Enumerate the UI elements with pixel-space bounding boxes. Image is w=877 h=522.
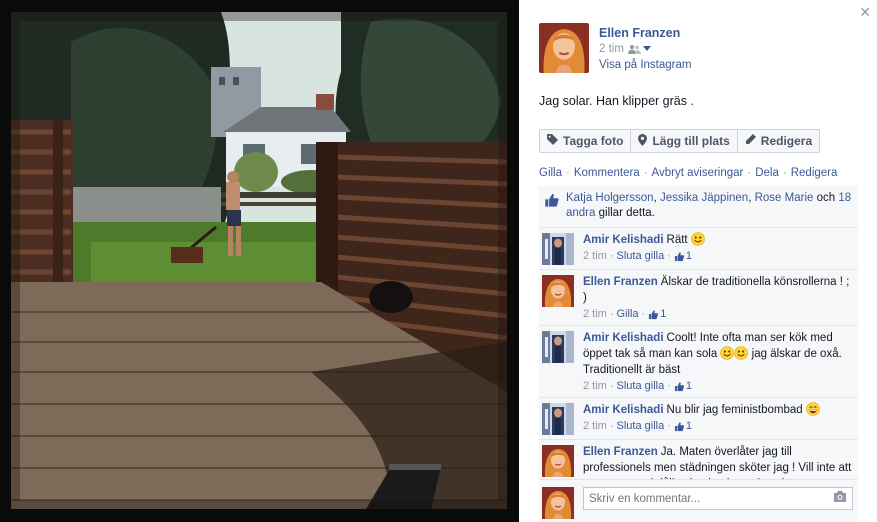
commenter-avatar[interactable] (542, 275, 574, 307)
author-name[interactable]: Ellen Franzen (599, 26, 680, 40)
post-header: Ellen Franzen 2 tim Visa på Instagram (539, 23, 859, 75)
photo-action-buttons: Tagga foto Lägg till plats Redigera (539, 129, 821, 153)
location-pin-icon (638, 133, 648, 149)
post-meta: 2 tim (599, 43, 651, 55)
current-user-avatar (542, 487, 574, 519)
tongue-emoji-icon (691, 232, 705, 246)
comment-input[interactable] (583, 487, 853, 510)
commenter-name[interactable]: Amir Kelishadi (583, 332, 664, 344)
post-details-panel: ✕ Ellen Franzen 2 tim Visa på Instagram … (519, 0, 877, 522)
post-actions: Gilla · Kommentera · Avbryt aviseringar · Dela… (539, 167, 838, 179)
laughing-emoji-icon (806, 402, 820, 416)
comment-like-count[interactable]: 1 (674, 250, 692, 262)
post-status-text: Jag solar. Han klipper gräs . (539, 94, 694, 108)
edit-link[interactable]: Redigera (791, 167, 838, 179)
comment-time[interactable]: 2 tim (583, 420, 607, 432)
share-link[interactable]: Dela (755, 167, 779, 179)
like-thumb-icon (674, 421, 685, 432)
comment-composer (539, 479, 858, 522)
commenter-avatar[interactable] (542, 445, 574, 477)
comment-text: Nu blir jag feministbombad (666, 404, 803, 416)
comment-text: Rätt (666, 234, 688, 246)
tongue-emoji-icon (734, 346, 748, 360)
comment-like-toggle[interactable]: Sluta gilla (617, 250, 665, 262)
commenter-name[interactable]: Amir Kelishadi (583, 404, 664, 416)
comment-like-count[interactable]: 1 (674, 380, 692, 392)
comment-item: Amir Kelishadi Rätt 2 tim · Sluta gilla · 1 (539, 228, 858, 270)
like-summary: Katja Holgersson, Jessika Jäppinen, Rose… (539, 186, 858, 228)
comment-item: Amir Kelishadi Coolt! Inte ofta man ser k… (539, 326, 858, 398)
author-avatar[interactable] (539, 23, 589, 73)
like-thumb-icon (544, 192, 560, 213)
comment-link[interactable]: Kommentera (574, 167, 640, 179)
liker-name[interactable]: Rose Marie (755, 192, 814, 204)
close-icon[interactable]: ✕ (859, 5, 871, 19)
tag-icon (547, 134, 558, 148)
tag-photo-button[interactable]: Tagga foto (539, 129, 632, 153)
pencil-icon (745, 134, 756, 148)
audience-icon[interactable] (627, 44, 651, 54)
comment-like-count[interactable]: 1 (674, 420, 692, 432)
comment-like-count[interactable]: 1 (648, 308, 666, 320)
liker-name[interactable]: Katja Holgersson (566, 192, 654, 204)
edit-post-button[interactable]: Redigera (737, 129, 821, 153)
comment-time[interactable]: 2 tim (583, 250, 607, 262)
comment-time[interactable]: 2 tim (583, 380, 607, 392)
comment-time[interactable]: 2 tim (583, 308, 607, 320)
post-photo[interactable] (11, 12, 507, 509)
comment-like-toggle[interactable]: Sluta gilla (617, 380, 665, 392)
comment-like-toggle[interactable]: Gilla (617, 308, 639, 320)
commenter-avatar[interactable] (542, 233, 574, 265)
feedback-section: Katja Holgersson, Jessika Jäppinen, Rose… (539, 186, 858, 516)
add-location-button[interactable]: Lägg till plats (631, 129, 738, 153)
camera-icon[interactable] (833, 491, 847, 505)
tongue-emoji-icon (720, 346, 734, 360)
like-thumb-icon (674, 251, 685, 262)
like-thumb-icon (648, 309, 659, 320)
commenter-name[interactable]: Amir Kelishadi (583, 234, 664, 246)
commenter-avatar[interactable] (542, 403, 574, 435)
like-thumb-icon (674, 381, 685, 392)
comment-item: Amir Kelishadi Nu blir jag feministbombad… (539, 398, 858, 440)
commenter-avatar[interactable] (542, 331, 574, 363)
commenter-name[interactable]: Ellen Franzen (583, 446, 658, 458)
view-on-instagram-link[interactable]: Visa på Instagram (599, 59, 691, 71)
unfollow-link[interactable]: Avbryt aviseringar (652, 167, 744, 179)
comment-item: Ellen Franzen Älskar de traditionella kön… (539, 270, 858, 326)
liker-name[interactable]: Jessika Jäppinen (660, 192, 748, 204)
like-link[interactable]: Gilla (539, 167, 562, 179)
commenter-name[interactable]: Ellen Franzen (583, 276, 658, 288)
post-time[interactable]: 2 tim (599, 43, 624, 55)
photo-stage (0, 0, 519, 522)
comment-like-toggle[interactable]: Sluta gilla (617, 420, 665, 432)
